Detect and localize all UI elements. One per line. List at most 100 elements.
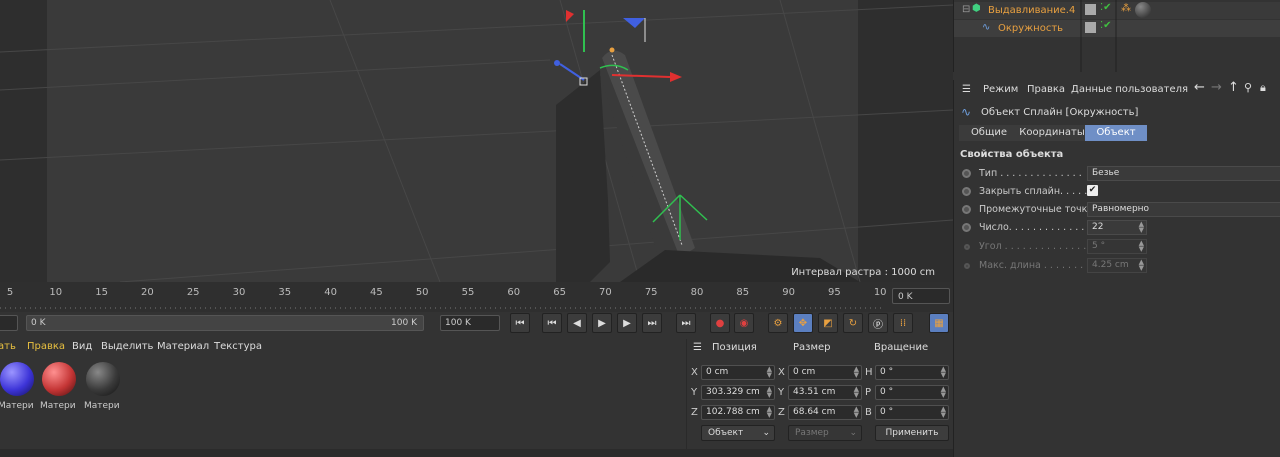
rotation-h-field[interactable]: 0 ° ▲ ▼: [875, 365, 949, 380]
layer-icon[interactable]: [1085, 4, 1096, 15]
menu-create[interactable]: ать: [0, 341, 16, 352]
number-field[interactable]: 22 ▲ ▼: [1087, 220, 1147, 235]
material-item[interactable]: Матери: [84, 358, 122, 414]
spline-icon: ∿: [961, 105, 972, 119]
autokey-icon[interactable]: ◉: [734, 313, 754, 333]
next-frame-icon[interactable]: ▶: [617, 313, 637, 333]
position-z-field[interactable]: 102.788 cm ▲ ▼: [701, 405, 775, 420]
play-icon[interactable]: ▶: [592, 313, 612, 333]
object-name[interactable]: Выдавливание.4: [988, 5, 1075, 16]
lock-icon[interactable]: 🔒︎: [1260, 81, 1266, 95]
close-spline-checkbox[interactable]: ✔: [1087, 185, 1098, 196]
menu-texture[interactable]: Текстура: [214, 341, 262, 352]
previous-frame-icon[interactable]: ◀: [567, 313, 587, 333]
film-icon[interactable]: ▦: [929, 313, 949, 333]
rotation-p-field[interactable]: 0 ° ▲ ▼: [875, 385, 949, 400]
timeline-tick-label: 10: [873, 287, 887, 298]
check-icon[interactable]: ⁚✔: [1100, 2, 1112, 13]
position-key-icon[interactable]: ✥: [793, 313, 813, 333]
axis-label: Y: [691, 387, 698, 398]
search-icon[interactable]: ⚲: [1244, 81, 1252, 94]
position-x-field[interactable]: 0 cm ▲ ▼: [701, 365, 775, 380]
position-header: Позиция: [712, 342, 757, 353]
scale-key-icon[interactable]: ◩: [818, 313, 838, 333]
material-label: Матери: [40, 401, 76, 411]
menu-view[interactable]: Вид: [72, 341, 92, 352]
attr-menu-mode[interactable]: Режим: [983, 84, 1018, 95]
prop-label: Угол . . . . . . . . . . . . . .: [979, 241, 1087, 252]
animate-radio[interactable]: [962, 205, 971, 214]
timeline-tick-label: 40: [324, 287, 337, 298]
material-item[interactable]: Матери: [0, 358, 36, 414]
prop-label: Макс. длина . . . . . . . .: [979, 260, 1090, 271]
attr-menu-icon[interactable]: ☰: [962, 84, 971, 95]
max-frame-field[interactable]: 100 K: [440, 315, 500, 331]
range-start-stepper[interactable]: [0, 315, 18, 331]
animate-radio[interactable]: [962, 223, 971, 232]
size-z-field[interactable]: 68.64 cm ▲ ▼: [788, 405, 862, 420]
tab-general[interactable]: Общие: [959, 125, 1019, 141]
material-preview: [86, 362, 120, 396]
previous-key-icon[interactable]: ⏮: [542, 313, 562, 333]
viewport[interactable]: Интервал растра : 1000 cm: [0, 0, 953, 282]
tab-object[interactable]: Объект: [1085, 125, 1147, 141]
tag-icon[interactable]: ⁂: [1121, 3, 1131, 14]
object-row[interactable]: ∿ Окружность ⁚✔: [954, 20, 1280, 37]
size-y-field[interactable]: 43.51 cm ▲ ▼: [788, 385, 862, 400]
material-preview: [0, 362, 34, 396]
layer-icon[interactable]: [1085, 22, 1096, 33]
intermediate-points-dropdown[interactable]: Равномерно: [1087, 202, 1280, 217]
timeline[interactable]: 5 10 15 20 25 30 35 40 45 50 55 60 65 70 75 80 85 90 95 10 …: [0, 282, 953, 312]
check-icon[interactable]: ⁚✔: [1100, 20, 1112, 31]
attr-menu-userdata[interactable]: Данные пользователя: [1071, 84, 1188, 95]
size-z-value: 68.64 cm: [793, 407, 836, 417]
timeline-tick-label: 80: [690, 287, 704, 298]
menu-material[interactable]: Материал: [157, 341, 209, 352]
raster-interval-label: Интервал растра : 1000 cm: [791, 267, 935, 278]
object-name[interactable]: Окружность: [998, 23, 1063, 34]
back-arrow-icon[interactable]: ←: [1194, 80, 1205, 95]
position-y-field[interactable]: 303.329 cm ▲ ▼: [701, 385, 775, 400]
size-x-field[interactable]: 0 cm ▲ ▼: [788, 365, 862, 380]
animate-radio: [964, 244, 970, 250]
go-to-end-icon[interactable]: ⏭: [676, 313, 696, 333]
menu-select[interactable]: Выделить: [101, 341, 153, 352]
prop-label: Закрыть сплайн. . . . .: [979, 186, 1088, 197]
timeline-tick-label: 90: [782, 287, 795, 298]
go-to-start-icon[interactable]: ⏮: [510, 313, 530, 333]
rotation-key-icon[interactable]: ↻: [843, 313, 863, 333]
attr-menu-edit[interactable]: Правка: [1027, 84, 1065, 95]
type-dropdown[interactable]: Безье: [1087, 166, 1280, 181]
axis-label: P: [865, 387, 872, 398]
current-frame-field[interactable]: 0 K: [892, 288, 950, 304]
coords-menu-icon[interactable]: ☰: [693, 342, 702, 353]
forward-arrow-icon[interactable]: →: [1211, 80, 1222, 95]
range-slider[interactable]: 0 K 100 K: [26, 315, 424, 331]
material-tag-icon[interactable]: [1135, 2, 1151, 18]
up-arrow-icon[interactable]: ↑: [1228, 80, 1239, 95]
position-y-value: 303.329 cm: [706, 387, 760, 397]
tab-coordinates[interactable]: Координаты: [1019, 125, 1085, 141]
menu-edit[interactable]: Правка: [27, 341, 65, 352]
animate-radio[interactable]: [962, 169, 971, 178]
expand-icon[interactable]: ⊟: [962, 4, 970, 15]
apply-button[interactable]: Применить: [875, 425, 949, 441]
material-item[interactable]: Матери: [40, 358, 78, 414]
coord-mode-dropdown[interactable]: Объект ⌄: [701, 425, 775, 441]
viewport-scene: [0, 0, 953, 282]
size-header: Размер: [793, 342, 831, 353]
timeline-tick-label: 15: [95, 287, 108, 298]
parameter-key-icon[interactable]: ⓟ: [868, 313, 888, 333]
chevron-down-icon: ⌄: [762, 428, 770, 438]
rotation-header: Вращение: [874, 342, 929, 353]
chevron-down-icon: ⌄: [849, 428, 857, 438]
next-key-icon[interactable]: ⏭: [642, 313, 662, 333]
record-key-icon[interactable]: ●: [710, 313, 730, 333]
timeline-tick-label: 5: [6, 287, 14, 298]
prop-label: Тип . . . . . . . . . . . . . .: [979, 168, 1082, 179]
object-row[interactable]: ⊟ ⬢ Выдавливание.4 ⁚✔ ⁂: [954, 2, 1280, 19]
animate-radio[interactable]: [962, 187, 971, 196]
keyframe-selection-icon[interactable]: ⚙: [768, 313, 788, 333]
rotation-b-field[interactable]: 0 ° ▲ ▼: [875, 405, 949, 420]
point-level-icon[interactable]: ⁞⁞: [893, 313, 913, 333]
